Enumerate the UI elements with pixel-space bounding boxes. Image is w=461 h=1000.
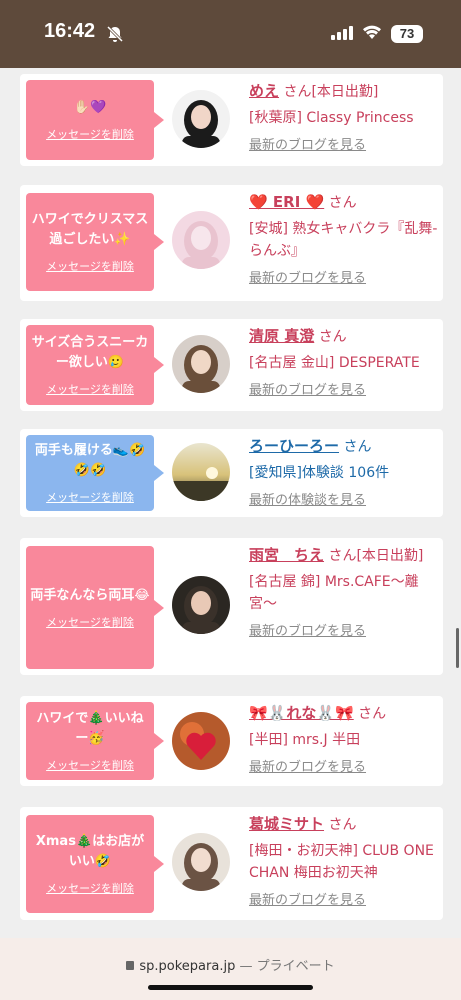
honorific: さん [328, 548, 357, 564]
shop-name: [梅田・お初天神] CLUB ONE CHAN 梅田お初天神 [249, 843, 434, 881]
message-card: Xmas🎄はお店がいい🤣 メッセージを削除 葛城ミサト さん [梅田・お初天神]… [20, 807, 443, 920]
delete-message-link[interactable]: メッセージを削除 [46, 880, 134, 896]
sender-info: 🎀🐰れな🐰🎀 さん [半田] mrs.J 半田 最新のブログを見る [249, 702, 441, 777]
name-line: ろーひーろー さん [249, 435, 441, 458]
sender-name-link[interactable]: ❤️ ERI ❤️ [249, 193, 324, 211]
sender-name-link[interactable]: 🎀🐰れな🐰🎀 [249, 704, 354, 722]
sender-name-link[interactable]: 葛城ミサト [249, 815, 324, 833]
sender-info: ❤️ ERI ❤️ さん [安城] 熟女キャバクラ『乱舞-らんぶ』 最新のブログ… [249, 191, 441, 288]
home-indicator[interactable] [148, 985, 313, 990]
message-text: 両手なんなら両耳😂 [30, 587, 150, 603]
honorific: さん [318, 329, 347, 345]
honorific: さん [328, 195, 357, 211]
sender-info: めえ さん[本日出勤] [秋葉原] Classy Princess 最新のブログ… [249, 80, 441, 155]
work-status: [本日出勤] [311, 84, 379, 100]
wifi-icon [363, 25, 381, 39]
sender-info: ろーひーろー さん [愛知県]体験談 106件 最新の体験談を見る [249, 435, 441, 510]
sender-info: 清原 真澄 さん [名古屋 金山] DESPERATE 最新のブログを見る [249, 325, 441, 400]
sender-info: 雨宮 ちえ さん[本日出勤] [名古屋 錦] Mrs.CAFE〜離宮〜 最新のブ… [249, 544, 441, 641]
latest-blog-link[interactable]: 最新のブログを見る [249, 623, 441, 641]
message-card: サイズ合うスニーカー欲しい🥲 メッセージを削除 清原 真澄 さん [名古屋 金山… [20, 319, 443, 411]
latest-blog-link[interactable]: 最新のブログを見る [249, 270, 441, 288]
shop-name: [秋葉原] Classy Princess [249, 110, 414, 126]
url-display[interactable]: sp.pokepara.jp — プライベート [0, 955, 461, 974]
message-bubble: ハワイでクリスマス過ごしたい✨ メッセージを削除 [26, 193, 164, 291]
latest-blog-link[interactable]: 最新のブログを見る [249, 137, 441, 155]
name-line: 清原 真澄 さん [249, 325, 441, 348]
message-text: ハワイでクリスマス過ごしたい✨ [31, 212, 149, 247]
honorific: さん [328, 817, 357, 833]
avatar[interactable] [172, 712, 230, 770]
message-card: ハワイで🎄いいねー🥳 メッセージを削除 🎀🐰れな🐰🎀 さん [半田] mrs.J… [20, 696, 443, 786]
latest-blog-link[interactable]: 最新のブログを見る [249, 892, 441, 910]
sender-info: 葛城ミサト さん [梅田・お初天神] CLUB ONE CHAN 梅田お初天神 … [249, 813, 441, 910]
delete-message-link[interactable]: メッセージを削除 [46, 381, 134, 397]
url-text: sp.pokepara.jp [139, 959, 236, 974]
avatar[interactable] [172, 833, 230, 891]
message-text: Xmas🎄はお店がいい🤣 [35, 834, 145, 869]
honorific: さん [343, 439, 372, 455]
name-line: 葛城ミサト さん [249, 813, 441, 836]
delete-message-link[interactable]: メッセージを削除 [46, 126, 134, 142]
browser-address-bar[interactable]: sp.pokepara.jp — プライベート [0, 938, 461, 1000]
shop-name: [半田] mrs.J 半田 [249, 732, 361, 748]
delete-message-link[interactable]: メッセージを削除 [46, 258, 134, 274]
name-line: めえ さん[本日出勤] [249, 80, 441, 103]
message-text: ハワイで🎄いいねー🥳 [36, 711, 144, 746]
latest-blog-link[interactable]: 最新のブログを見る [249, 759, 441, 777]
name-line: 🎀🐰れな🐰🎀 さん [249, 702, 441, 725]
message-card: 両手なんなら両耳😂 メッセージを削除 雨宮 ちえ さん[本日出勤] [名古屋 錦… [20, 538, 443, 675]
work-status: [本日出勤] [356, 548, 424, 564]
shop-name: [名古屋 金山] DESPERATE [249, 355, 420, 371]
delete-message-link[interactable]: メッセージを削除 [46, 489, 134, 505]
bell-muted-icon [106, 25, 124, 43]
message-bubble: 両手なんなら両耳😂 メッセージを削除 [26, 546, 164, 669]
sender-name-link[interactable]: 雨宮 ちえ [249, 546, 324, 564]
name-line: ❤️ ERI ❤️ さん [249, 191, 441, 214]
honorific: さん [358, 706, 387, 722]
message-text: 両手も履ける👟🤣🤣🤣 [34, 443, 146, 478]
sender-name-link[interactable]: ろーひーろー [249, 437, 339, 455]
sender-name-link[interactable]: 清原 真澄 [249, 327, 314, 345]
url-separator: — [235, 959, 257, 974]
message-card: ハワイでクリスマス過ごしたい✨ メッセージを削除 ❤️ ERI ❤️ さん [安… [20, 185, 443, 301]
avatar[interactable] [172, 443, 230, 501]
sender-name-link[interactable]: めえ [249, 82, 279, 100]
private-mode-label: プライベート [256, 959, 335, 974]
message-bubble: ハワイで🎄いいねー🥳 メッセージを削除 [26, 702, 164, 780]
message-bubble: サイズ合うスニーカー欲しい🥲 メッセージを削除 [26, 325, 164, 405]
avatar[interactable] [172, 576, 230, 634]
avatar[interactable] [172, 335, 230, 393]
latest-blog-link[interactable]: 最新の体験談を見る [249, 492, 441, 510]
message-list: ✋🏻💜 メッセージを削除 めえ さん[本日出勤] [秋葉原] Classy Pr… [0, 68, 461, 938]
avatar[interactable] [172, 211, 230, 269]
signal-icon [331, 26, 353, 40]
message-bubble: 両手も履ける👟🤣🤣🤣 メッセージを削除 [26, 435, 164, 511]
message-bubble: ✋🏻💜 メッセージを削除 [26, 80, 164, 160]
delete-message-link[interactable]: メッセージを削除 [46, 614, 134, 630]
shop-name: [愛知県]体験談 106件 [249, 465, 390, 481]
message-bubble: Xmas🎄はお店がいい🤣 メッセージを削除 [26, 815, 164, 913]
message-card: ✋🏻💜 メッセージを削除 めえ さん[本日出勤] [秋葉原] Classy Pr… [20, 74, 443, 166]
latest-blog-link[interactable]: 最新のブログを見る [249, 382, 441, 400]
name-line: 雨宮 ちえ さん[本日出勤] [249, 544, 441, 567]
message-card: 両手も履ける👟🤣🤣🤣 メッセージを削除 ろーひーろー さん [愛知県]体験談 1… [20, 429, 443, 517]
lock-icon [126, 961, 135, 970]
scroll-indicator[interactable] [456, 628, 459, 668]
honorific: さん [283, 84, 312, 100]
shop-name: [安城] 熟女キャバクラ『乱舞-らんぶ』 [249, 221, 438, 259]
status-time: 16:42 [44, 20, 96, 42]
shop-name: [名古屋 錦] Mrs.CAFE〜離宮〜 [249, 574, 419, 612]
message-text: ✋🏻💜 [73, 100, 107, 115]
battery-indicator: 73 [391, 25, 423, 43]
avatar[interactable] [172, 90, 230, 148]
delete-message-link[interactable]: メッセージを削除 [46, 757, 134, 773]
status-bar: 16:42 73 [0, 0, 461, 68]
message-text: サイズ合うスニーカー欲しい🥲 [31, 335, 149, 370]
